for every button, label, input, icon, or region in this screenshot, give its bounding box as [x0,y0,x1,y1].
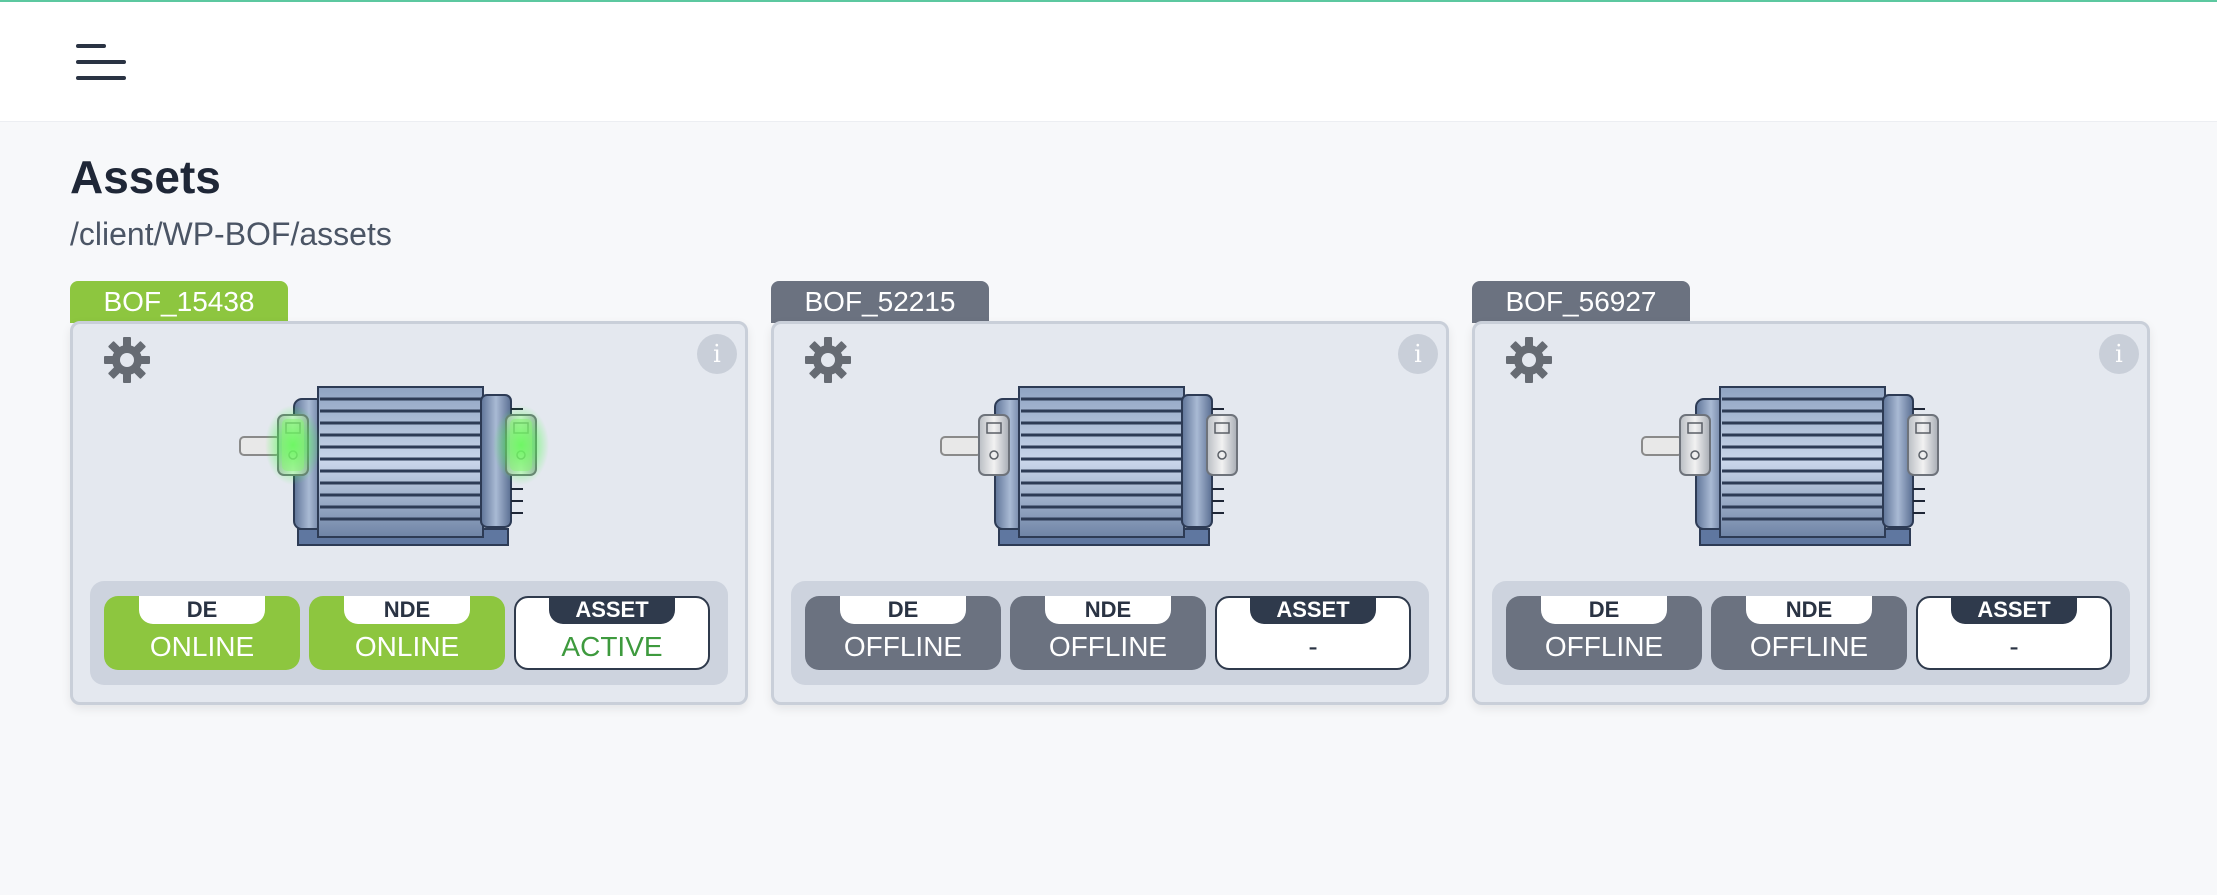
nde-status-pill[interactable]: NDE OFFLINE [1711,596,1907,670]
asset-card-body: i DE OFFLINE NDE OFFLINE ASSET - [1472,321,2150,705]
nde-status-pill[interactable]: NDE ONLINE [309,596,505,670]
asset-value: - [2009,631,2019,662]
asset-card-title[interactable]: BOF_15438 [70,281,288,323]
nde-value: OFFLINE [1048,631,1168,662]
electric-motor-icon [939,385,1239,547]
asset-card-title[interactable]: BOF_52215 [771,281,989,323]
breadcrumb: /client/WP-BOF/assets [70,216,392,252]
de-status-pill[interactable]: DE OFFLINE [1506,596,1702,670]
electric-motor-icon [238,385,549,547]
electric-motor-icon [1640,385,1940,547]
de-label: DE [840,596,966,624]
asset-label: ASSET [1250,596,1376,624]
nde-value: ONLINE [354,631,460,662]
de-value: OFFLINE [1544,631,1664,662]
asset-status-pill[interactable]: ASSET - [1916,596,2112,670]
de-value: OFFLINE [843,631,963,662]
asset-value: - [1308,631,1318,662]
nde-label: NDE [344,596,470,624]
asset-label: ASSET [1951,596,2077,624]
info-icon[interactable]: i [2099,334,2139,374]
asset-status-pill[interactable]: ASSET - [1215,596,1411,670]
nde-status-pill[interactable]: NDE OFFLINE [1010,596,1206,670]
status-panel: DE ONLINE NDE ONLINE ASSET ACTIVE [90,581,728,685]
asset-status-pill[interactable]: ASSET ACTIVE [514,596,710,670]
asset-label: ASSET [549,596,675,624]
asset-card-body: i DE ONLINE NDE ONLINE ASSET ACTIVE [70,321,748,705]
de-value: ONLINE [149,631,255,662]
info-icon[interactable]: i [1398,334,1438,374]
de-label: DE [1541,596,1667,624]
info-icon[interactable]: i [697,334,737,374]
nde-value: OFFLINE [1749,631,1869,662]
gear-icon[interactable] [1503,334,1555,386]
de-status-pill[interactable]: DE OFFLINE [805,596,1001,670]
nde-label: NDE [1746,596,1872,624]
gear-icon[interactable] [802,334,854,386]
asset-card[interactable]: BOF_52215 i DE OFFLINE NDE OFFLINE ASSET… [771,281,1449,705]
top-bar [0,2,2217,122]
page-title: Assets [70,151,221,203]
status-panel: DE OFFLINE NDE OFFLINE ASSET - [791,581,1429,685]
de-label: DE [139,596,265,624]
asset-card[interactable]: BOF_56927 i DE OFFLINE NDE OFFLINE ASSET… [1472,281,2150,705]
asset-value: ACTIVE [561,631,663,662]
asset-card-body: i DE OFFLINE NDE OFFLINE ASSET - [771,321,1449,705]
asset-card-title[interactable]: BOF_56927 [1472,281,1690,323]
de-status-pill[interactable]: DE ONLINE [104,596,300,670]
hamburger-menu-icon[interactable] [76,42,128,84]
status-panel: DE OFFLINE NDE OFFLINE ASSET - [1492,581,2130,685]
nde-label: NDE [1045,596,1171,624]
gear-icon[interactable] [101,334,153,386]
asset-card[interactable]: BOF_15438 i DE ONLINE NDE ONLINE ASSET A… [70,281,748,705]
